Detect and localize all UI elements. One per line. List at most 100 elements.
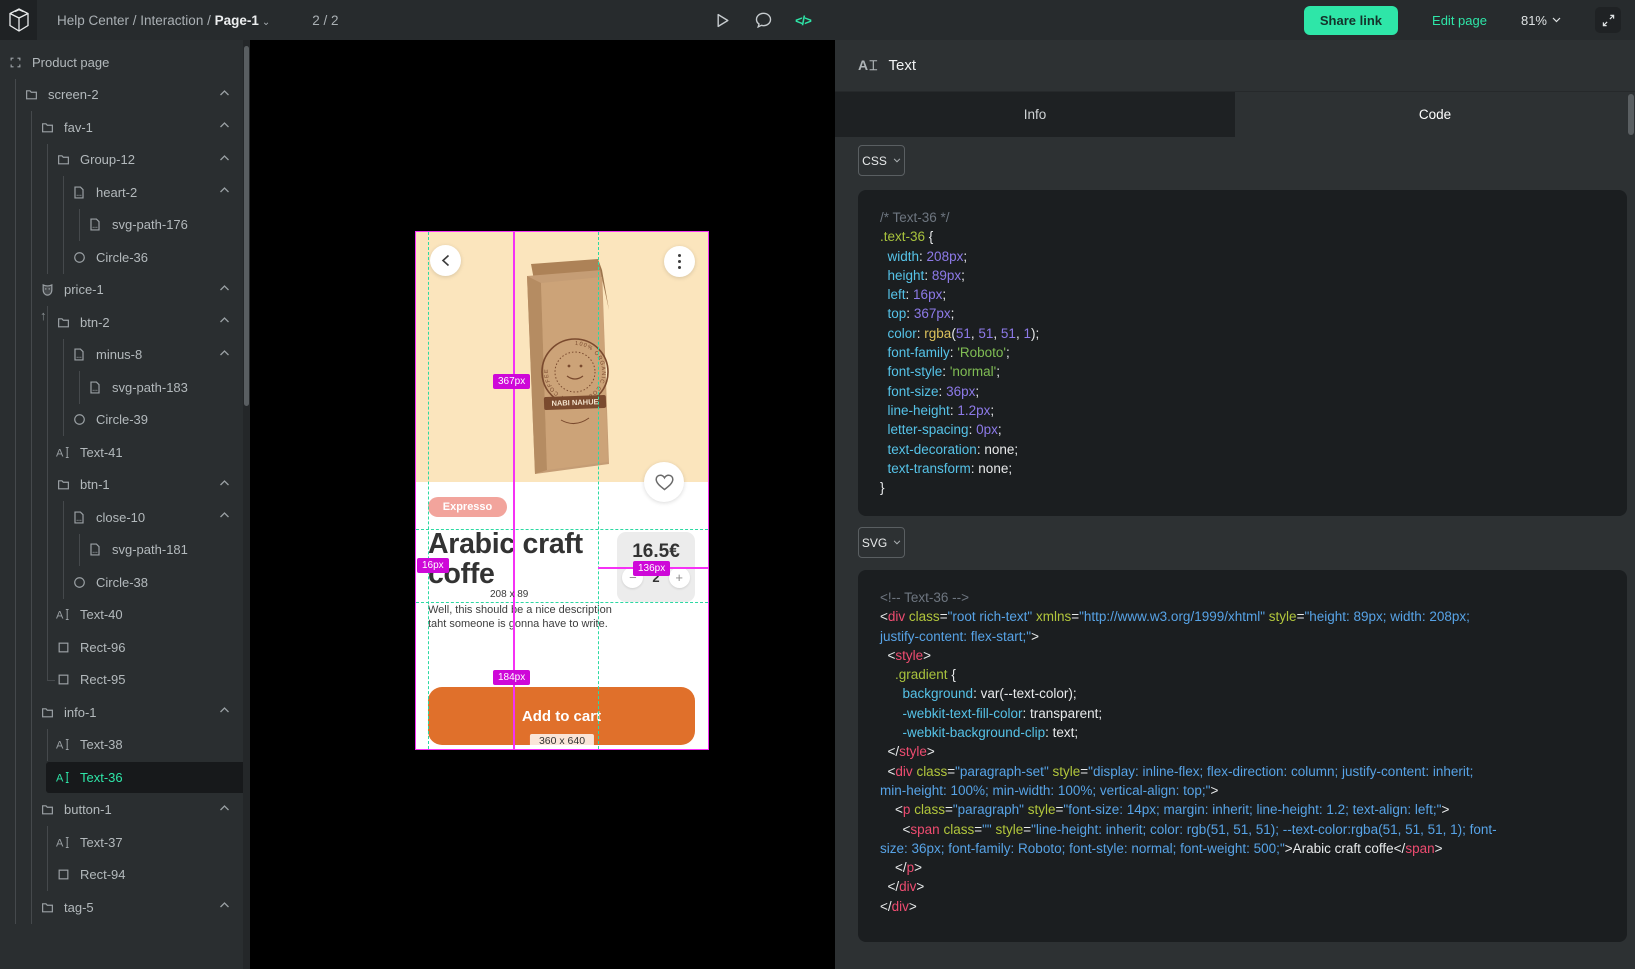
layer-row-circle-38[interactable]: Circle-38 xyxy=(0,566,243,599)
code-line: height: 89px; xyxy=(880,266,1605,285)
layer-row-btn-1[interactable]: btn-1 xyxy=(0,469,243,502)
layer-row-fav-1[interactable]: fav-1 xyxy=(0,111,243,144)
layer-row-screen-2[interactable]: screen-2 xyxy=(0,79,243,112)
tree-guide-line xyxy=(47,176,48,209)
layer-label: Rect-94 xyxy=(80,867,126,882)
circle-icon xyxy=(72,250,86,264)
layers-panel: Product pagescreen-2fav-1Group-12heart-2… xyxy=(0,40,250,969)
code-line: </div> xyxy=(880,877,1605,896)
zoom-level-dropdown[interactable]: 81% xyxy=(1521,13,1561,28)
favorite-button[interactable] xyxy=(644,462,684,502)
chevron-up-icon[interactable] xyxy=(219,349,231,361)
layer-row-group-12[interactable]: Group-12 xyxy=(0,144,243,177)
code-line: <p class="paragraph" style="font-size: 1… xyxy=(880,800,1605,819)
layer-row-text-37[interactable]: AText-37 xyxy=(0,826,243,859)
layer-row-info-1[interactable]: info-1 xyxy=(0,696,243,729)
tree-guide-line xyxy=(63,209,64,242)
layer-row-close-10[interactable]: close-10 xyxy=(0,501,243,534)
layer-label: Circle-36 xyxy=(96,250,148,265)
layer-label: info-1 xyxy=(64,705,97,720)
code-line: </style> xyxy=(880,742,1605,761)
comment-button[interactable] xyxy=(754,11,772,29)
layer-row-price-1[interactable]: price-1 xyxy=(0,274,243,307)
chevron-up-icon[interactable] xyxy=(219,479,231,491)
tree-guide-line xyxy=(15,859,16,892)
panel-scrollbar-thumb[interactable] xyxy=(1628,94,1634,135)
design-tool-window: Help Center / Interaction / Page-1⌄ 2 / … xyxy=(0,0,1635,969)
chevron-down-icon[interactable]: ⌄ xyxy=(262,17,270,28)
edit-page-link[interactable]: Edit page xyxy=(1432,13,1487,28)
code-view-button[interactable]: </> xyxy=(794,11,812,29)
tree-guide-line xyxy=(47,729,48,762)
more-options-button[interactable] xyxy=(664,246,695,277)
sidebar-scrollbar[interactable] xyxy=(243,40,250,969)
category-tag[interactable]: Expresso xyxy=(428,497,507,517)
sidebar-scrollbar-thumb[interactable] xyxy=(244,46,249,406)
chevron-up-icon[interactable] xyxy=(219,121,231,133)
product-page-artboard[interactable]: 100% ORGANIC COLOMBIAN COFFEE NABI NAHUE… xyxy=(416,232,708,749)
chevron-up-icon[interactable] xyxy=(219,284,231,296)
product-title[interactable]: Arabic craft coffe xyxy=(428,529,603,589)
layer-row-rect-94[interactable]: Rect-94 xyxy=(0,859,243,892)
canvas[interactable]: 100% ORGANIC COLOMBIAN COFFEE NABI NAHUE… xyxy=(250,40,835,969)
page-counter: 2 / 2 xyxy=(312,13,338,28)
app-logo[interactable] xyxy=(0,0,37,40)
layer-row-circle-39[interactable]: Circle-39 xyxy=(0,404,243,437)
tree-guide-line xyxy=(15,891,16,924)
layer-row-btn-2[interactable]: btn-2 xyxy=(0,306,243,339)
tree-guide-line xyxy=(15,241,16,274)
inspector-panel: A⌶ Text Info Code CSS /* Text-36 */.text… xyxy=(835,40,1635,969)
layer-label: Circle-38 xyxy=(96,575,148,590)
tree-guide-line xyxy=(63,371,64,404)
css-code-block: /* Text-36 */.text-36 { width: 208px; he… xyxy=(858,190,1627,516)
chevron-up-icon[interactable] xyxy=(219,316,231,328)
chevron-up-icon[interactable] xyxy=(219,804,231,816)
share-link-button[interactable]: Share link xyxy=(1304,6,1398,35)
tree-guide-elbow xyxy=(47,664,48,680)
chevron-up-icon[interactable] xyxy=(219,89,231,101)
layer-row-svg-path-176[interactable]: svg-path-176 xyxy=(0,209,243,242)
layer-label: svg-path-183 xyxy=(112,380,188,395)
tab-info[interactable]: Info xyxy=(835,92,1235,137)
code-line: font-family: 'Roboto'; xyxy=(880,343,1605,362)
layer-row-text-40[interactable]: AText-40 xyxy=(0,599,243,632)
layer-row-tag-5[interactable]: tag-5 xyxy=(0,891,243,924)
layer-row-svg-path-181[interactable]: svg-path-181 xyxy=(0,534,243,567)
layer-row-circle-36[interactable]: Circle-36 xyxy=(0,241,243,274)
folder-icon xyxy=(24,88,38,102)
code-line: min-height: 100%; min-width: 100%; verti… xyxy=(880,781,1605,800)
tree-guide-line xyxy=(47,859,48,892)
increment-button[interactable]: + xyxy=(669,567,690,588)
chevron-up-icon[interactable] xyxy=(219,901,231,913)
chevron-up-icon[interactable] xyxy=(219,511,231,523)
back-button[interactable] xyxy=(430,245,461,276)
folder-icon xyxy=(40,803,54,817)
breadcrumb[interactable]: Help Center / Interaction / Page-1⌄ xyxy=(57,13,270,28)
tree-guide-line xyxy=(47,566,48,599)
layer-row-heart-2[interactable]: heart-2 xyxy=(0,176,243,209)
layer-row-text-41[interactable]: AText-41 xyxy=(0,436,243,469)
css-language-select[interactable]: CSS xyxy=(858,145,905,176)
layer-row-rect-96[interactable]: Rect-96 xyxy=(0,631,243,664)
fullscreen-button[interactable] xyxy=(1595,7,1621,33)
chevron-up-icon[interactable] xyxy=(219,706,231,718)
chevron-down-icon xyxy=(893,540,901,545)
layer-row-text-36[interactable]: AText-36 xyxy=(0,761,243,794)
logo-icon xyxy=(8,8,30,32)
tab-code[interactable]: Code xyxy=(1235,92,1635,137)
layer-row-svg-path-183[interactable]: svg-path-183 xyxy=(0,371,243,404)
layer-row-rect-95[interactable]: Rect-95 xyxy=(0,664,243,697)
chevron-up-icon[interactable] xyxy=(219,154,231,166)
layer-row-minus-8[interactable]: minus-8 xyxy=(0,339,243,372)
chevron-up-icon[interactable] xyxy=(219,186,231,198)
layer-row-text-38[interactable]: AText-38 xyxy=(0,729,243,762)
code-line: line-height: 1.2px; xyxy=(880,401,1605,420)
layer-row-button-1[interactable]: button-1 xyxy=(0,794,243,827)
play-button[interactable] xyxy=(714,11,732,29)
tree-guide-line xyxy=(15,696,16,729)
layer-tree: Product pagescreen-2fav-1Group-12heart-2… xyxy=(0,46,243,924)
layer-row-product page[interactable]: Product page xyxy=(0,46,243,79)
svg-select-value: SVG xyxy=(862,536,887,550)
tree-guide-line xyxy=(31,436,32,469)
svg-language-select[interactable]: SVG xyxy=(858,527,905,558)
